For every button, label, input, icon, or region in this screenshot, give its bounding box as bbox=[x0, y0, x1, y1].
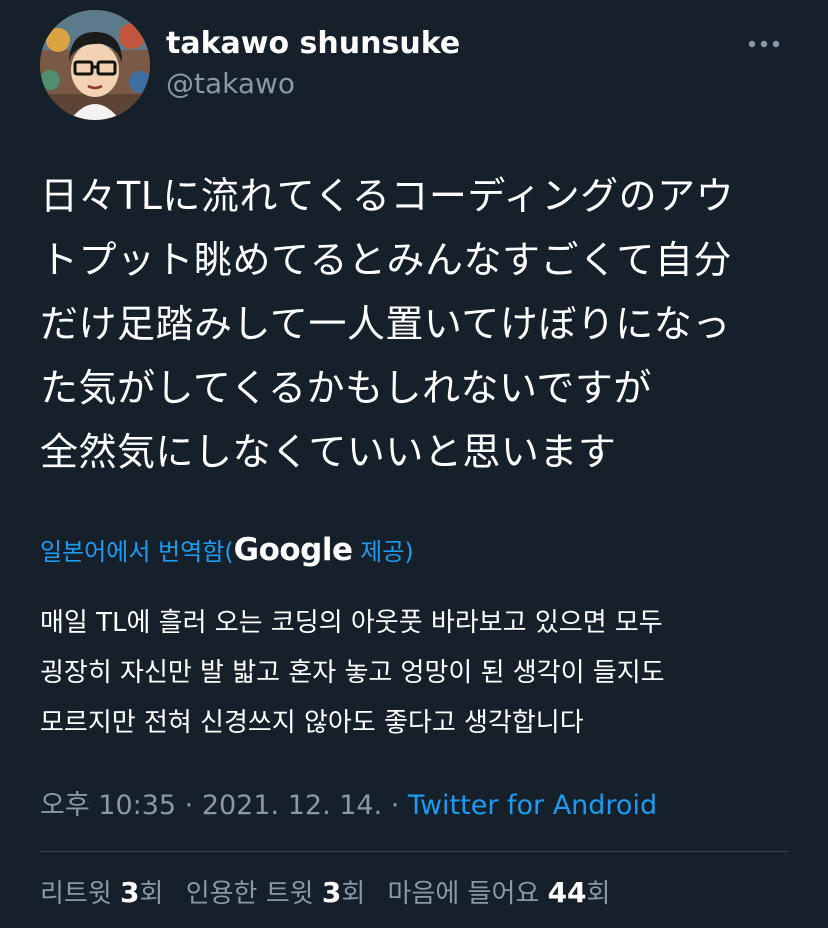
translated-text: 매일 TL에 흘러 오는 코딩의 아웃풋 바라보고 있으면 모두 굉장히 자신만… bbox=[40, 608, 665, 738]
meta-separator: · bbox=[382, 790, 408, 821]
tweet-meta: 오후 10:35 · 2021. 12. 14. · Twitter for A… bbox=[40, 784, 657, 828]
tweet-text: 日々TLに流れてくるコーディングのアウ トプット眺めてるとみんなすごくて自分 だ… bbox=[40, 174, 735, 474]
likes-label: 마음에 들어요 bbox=[387, 879, 548, 909]
quotes-count: 3 bbox=[321, 876, 342, 909]
retweets-unit: 회 bbox=[139, 879, 164, 909]
avatar[interactable] bbox=[40, 10, 150, 120]
tweet-time[interactable]: 오후 10:35 bbox=[40, 790, 176, 821]
retweets-count: 3 bbox=[120, 876, 140, 909]
tweet-detail: takawo shunsuke @takawo 日々TLに流れてくるコーディング… bbox=[0, 0, 828, 928]
user-handle[interactable]: @takawo bbox=[166, 64, 460, 104]
divider bbox=[40, 851, 788, 852]
meta-separator: · bbox=[176, 790, 202, 821]
likes-unit: 회 bbox=[586, 879, 611, 909]
retweets-stat[interactable]: 리트윗 3회 bbox=[40, 876, 164, 909]
tweet-source-link[interactable]: Twitter for Android bbox=[408, 790, 657, 821]
more-dots-icon[interactable] bbox=[744, 32, 784, 56]
retweets-label: 리트윗 bbox=[40, 879, 121, 909]
translation-attribution[interactable]: 일본어에서 번역함(Google 제공) bbox=[40, 530, 414, 572]
tweet-header: takawo shunsuke @takawo bbox=[40, 10, 788, 120]
tweet-date[interactable]: 2021. 12. 14. bbox=[202, 790, 382, 821]
display-name[interactable]: takawo shunsuke bbox=[166, 24, 460, 64]
quotes-label: 인용한 트윗 bbox=[185, 879, 322, 909]
avatar-illustration bbox=[40, 10, 150, 120]
likes-stat[interactable]: 마음에 들어요 44회 bbox=[387, 876, 611, 909]
user-names: takawo shunsuke @takawo bbox=[166, 24, 460, 104]
quotes-unit: 회 bbox=[341, 879, 366, 909]
translation-label: 일본어에서 번역함( bbox=[40, 538, 234, 566]
quotes-stat[interactable]: 인용한 트윗 3회 bbox=[185, 876, 366, 909]
google-logo: Google bbox=[233, 532, 353, 568]
translation-suffix: 제공) bbox=[352, 538, 414, 566]
tweet-stats: 리트윗 3회 인용한 트윗 3회 마음에 들어요 44회 bbox=[40, 870, 624, 917]
likes-count: 44 bbox=[547, 876, 587, 909]
